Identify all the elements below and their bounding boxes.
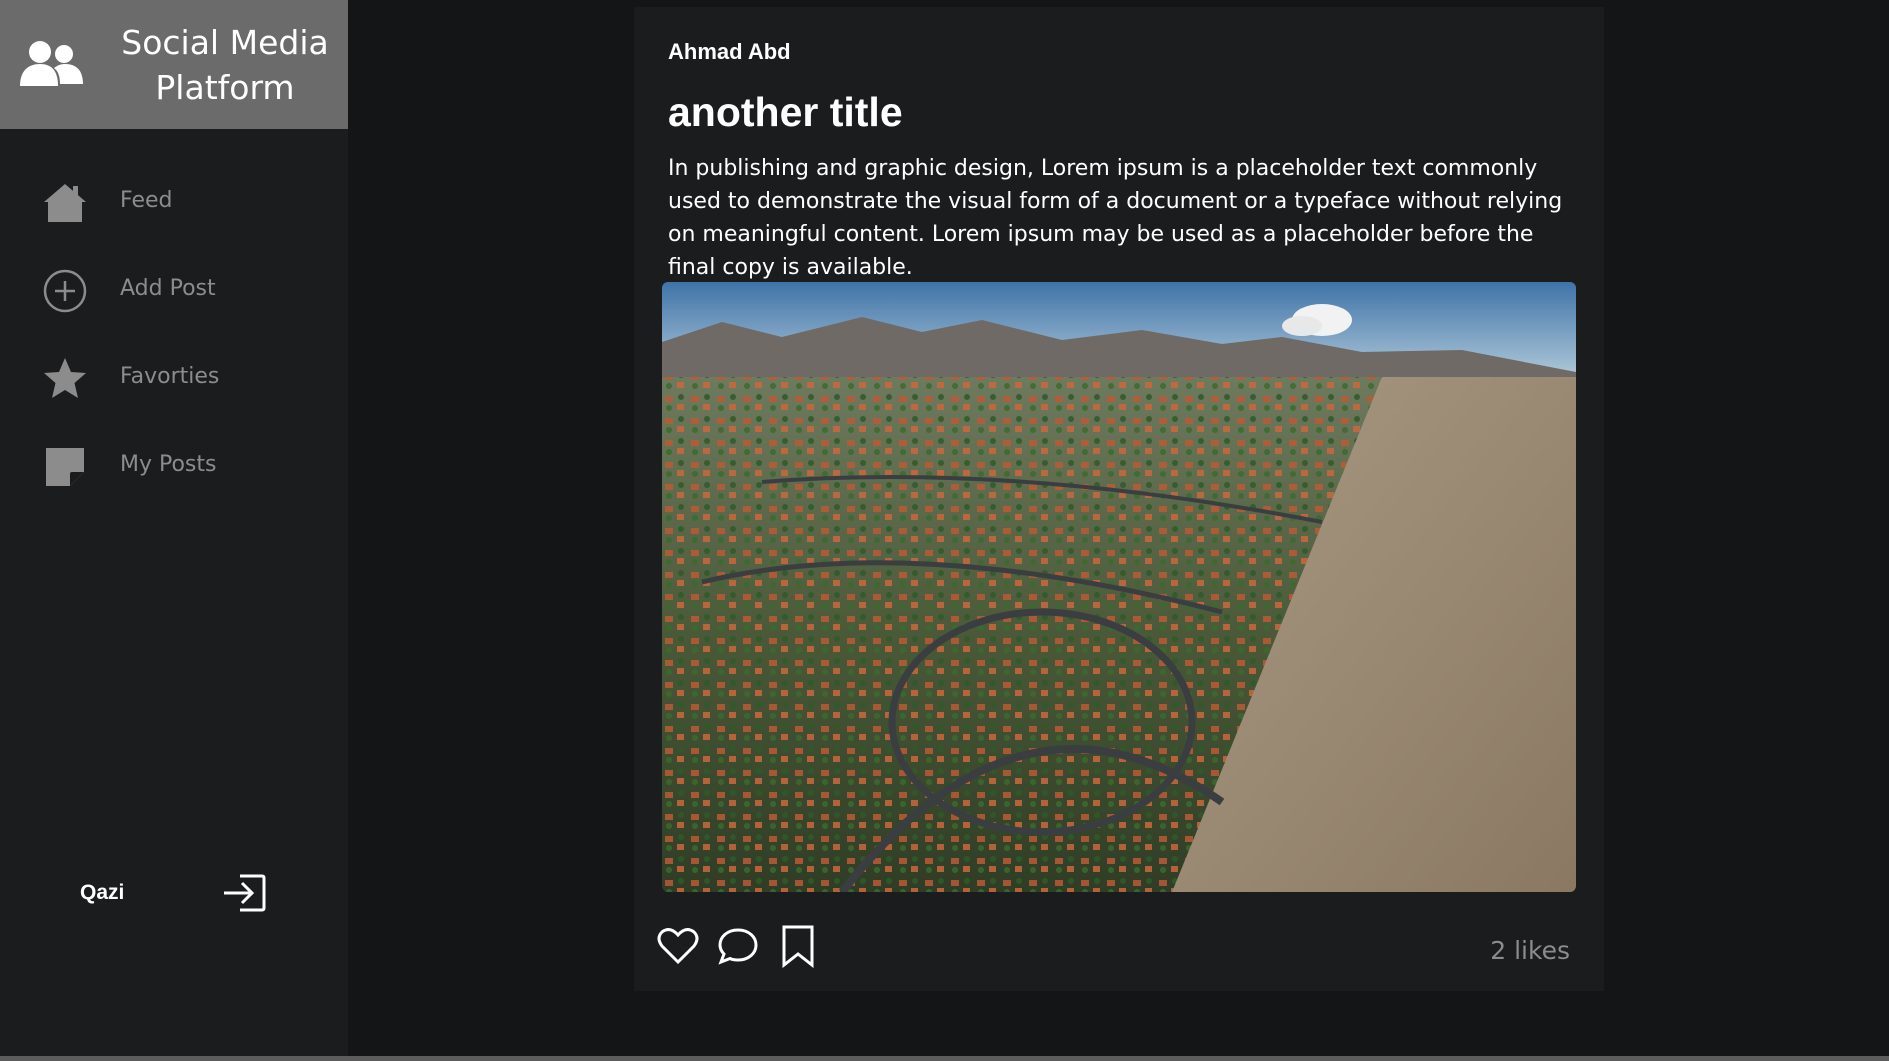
sidebar-item-my-posts[interactable]: My Posts xyxy=(0,430,348,500)
post-title: another title xyxy=(668,89,903,135)
sidebar-item-feed[interactable]: Feed xyxy=(0,166,348,236)
post-body: In publishing and graphic design, Lorem … xyxy=(668,156,1563,280)
sidebar-item-label: Favorties xyxy=(120,364,220,389)
plus-circle-icon xyxy=(43,269,87,313)
app-title: Social Media Platform xyxy=(121,23,329,107)
star-icon xyxy=(44,358,86,398)
app-root: Social Media Platform Feed Add Post Favo… xyxy=(0,0,1889,1061)
logout-icon[interactable] xyxy=(222,872,268,914)
sidebar: Social Media Platform Feed Add Post Favo… xyxy=(0,0,348,1056)
users-icon xyxy=(20,41,83,86)
post-author[interactable]: Ahmad Abd xyxy=(668,39,791,65)
brand-header[interactable]: Social Media Platform xyxy=(0,0,348,129)
sidebar-item-label: Feed xyxy=(120,188,173,213)
sticky-note-icon xyxy=(46,448,84,486)
current-user-name: Qazi xyxy=(80,881,125,904)
aerial-photo xyxy=(662,282,1576,892)
sidebar-item-favorites[interactable]: Favorties xyxy=(0,342,348,412)
comment-icon[interactable] xyxy=(716,924,760,968)
post-card: Ahmad Abd another title In publishing an… xyxy=(634,7,1604,991)
likes-count: 2 likes xyxy=(1490,936,1570,965)
sidebar-item-label: Add Post xyxy=(120,276,216,301)
window-bottom-border xyxy=(0,1056,1889,1061)
bookmark-icon[interactable] xyxy=(776,924,820,968)
heart-icon[interactable] xyxy=(656,924,700,968)
post-image xyxy=(662,282,1576,892)
sidebar-item-label: My Posts xyxy=(120,452,217,477)
sidebar-item-add-post[interactable]: Add Post xyxy=(0,254,348,324)
home-icon xyxy=(44,184,86,222)
